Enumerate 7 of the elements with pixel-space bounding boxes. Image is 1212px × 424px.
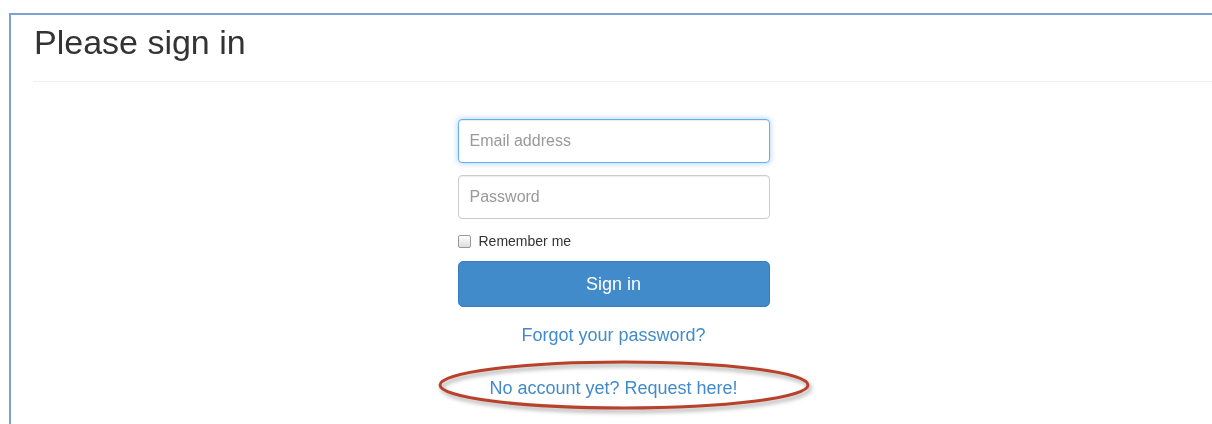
remember-checkbox[interactable]: [457, 234, 471, 248]
input-field[interactable]: Email address: [457, 119, 770, 163]
text-link[interactable]: Forgot your password?: [521, 325, 706, 345]
input-field[interactable]: Password: [457, 175, 770, 219]
remember-label: Remember me: [478, 233, 572, 249]
page-heading: Please sign in: [33, 22, 246, 63]
sign-in-button[interactable]: Sign in: [457, 261, 770, 307]
